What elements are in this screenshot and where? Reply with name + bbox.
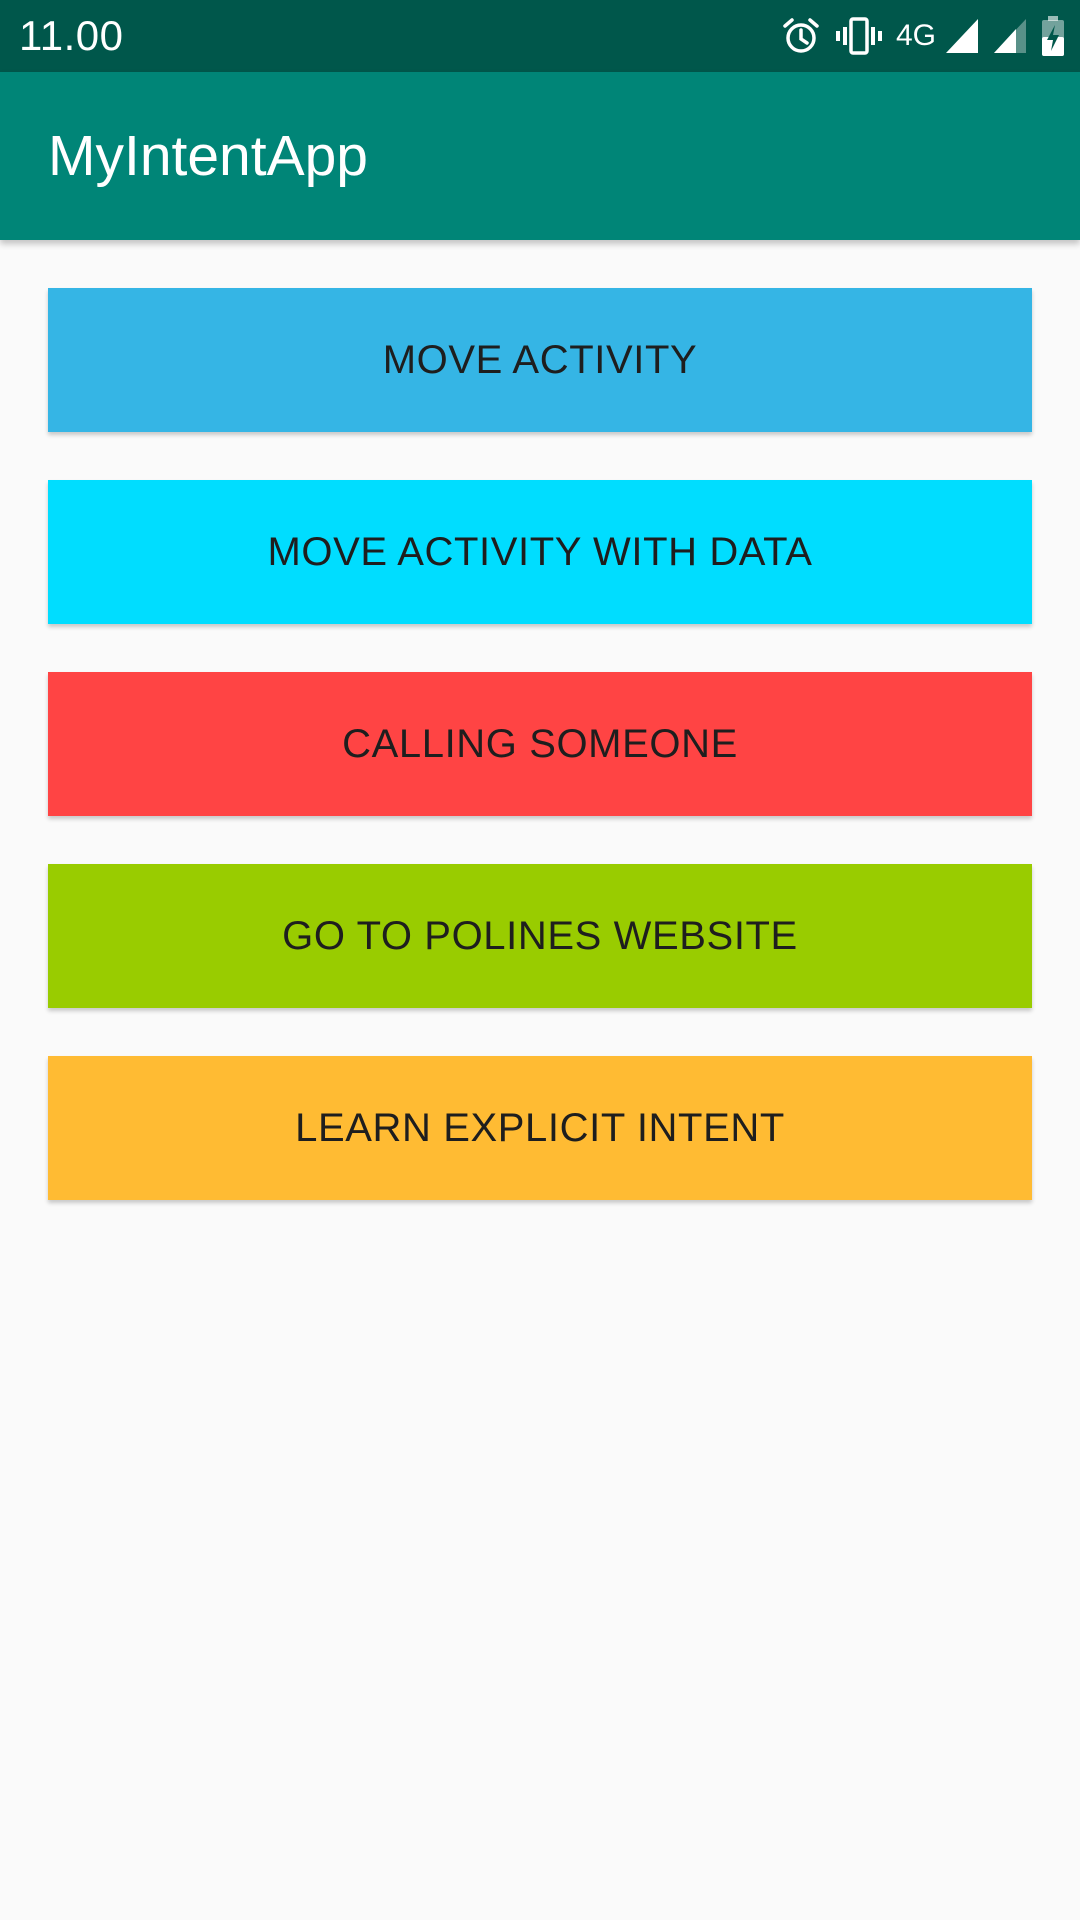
- signal-icon: [992, 17, 1028, 55]
- battery-charging-icon: [1040, 15, 1066, 57]
- network-label: 4G: [895, 19, 936, 52]
- status-icons: 4G: [780, 14, 1066, 58]
- button-list: MOVE ACTIVITY MOVE ACTIVITY WITH DATA CA…: [48, 288, 1032, 1248]
- move-activity-button[interactable]: MOVE ACTIVITY: [48, 288, 1032, 432]
- go-to-polines-website-button[interactable]: GO TO POLINES WEBSITE: [48, 864, 1032, 1008]
- alarm-icon: [780, 15, 822, 57]
- status-time: 11.00: [19, 12, 124, 59]
- app-bar: MyIntentApp: [0, 72, 1080, 240]
- signal-icon: [944, 17, 980, 55]
- learn-explicit-intent-button[interactable]: LEARN EXPLICIT INTENT: [48, 1056, 1032, 1200]
- move-activity-with-data-button[interactable]: MOVE ACTIVITY WITH DATA: [48, 480, 1032, 624]
- status-bar: 11.00 4G: [0, 0, 1080, 72]
- app-title: MyIntentApp: [48, 124, 369, 188]
- calling-someone-button[interactable]: CALLING SOMEONE: [48, 672, 1032, 816]
- vibrate-icon: [834, 15, 884, 57]
